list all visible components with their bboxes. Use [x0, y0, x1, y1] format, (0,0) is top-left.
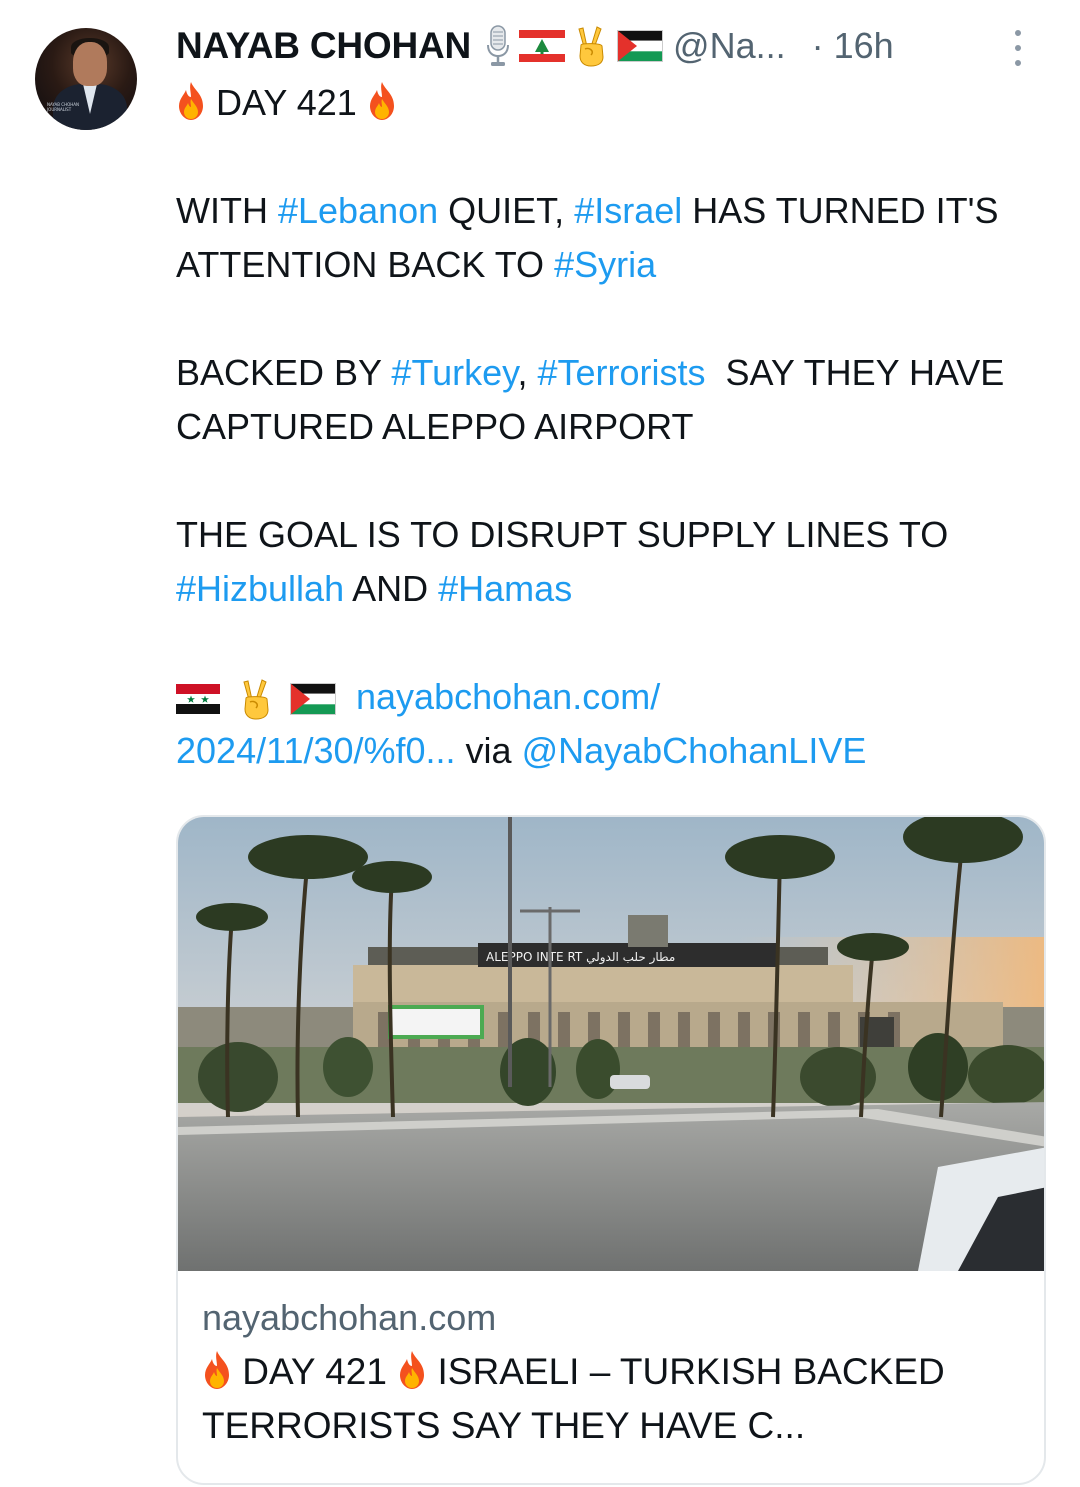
- via-label: via: [455, 730, 522, 771]
- flag-palestine-icon: [290, 683, 336, 715]
- text-run: AND: [344, 568, 439, 609]
- tweet-timestamp[interactable]: · 16h: [812, 25, 894, 67]
- link-card-domain[interactable]: nayabchohan.com: [202, 1293, 1020, 1343]
- hashtag-turkey[interactable]: #Turkey: [391, 352, 517, 393]
- day-label: DAY 421: [216, 82, 357, 123]
- airport-sign-text: ALEPPO INTE RT مطار حلب الدولي: [486, 950, 675, 965]
- author-name[interactable]: NAYAB CHOHAN: [176, 25, 471, 67]
- avatar-lower-third-title: JOURNALIST: [47, 107, 72, 112]
- name-badges: [485, 25, 663, 67]
- paragraph-1: WITH #Lebanon QUIET, #Israel HAS TURNED …: [176, 184, 1056, 292]
- hashtag-syria[interactable]: #Syria: [554, 244, 656, 285]
- flag-syria-icon: [176, 684, 220, 714]
- author-handle[interactable]: @Na...: [673, 25, 786, 67]
- link-card-title-day: DAY 421: [242, 1351, 387, 1392]
- avatar-lower-third: NAYAB CHOHAN JOURNALIST: [47, 102, 87, 114]
- more-options-icon[interactable]: [1008, 30, 1028, 66]
- hashtag-israel[interactable]: #Israel: [574, 190, 682, 231]
- link-preview-card[interactable]: ALEPPO INTE RT مطار حلب الدولي nayabchoh…: [176, 815, 1046, 1485]
- paragraph-2: BACKED BY #Turkey, #Terrorists SAY THEY …: [176, 346, 1056, 454]
- text-run: QUIET,: [438, 190, 575, 231]
- author-avatar[interactable]: NAYAB CHOHAN JOURNALIST: [35, 28, 137, 130]
- microphone-icon: [485, 25, 511, 67]
- flag-palestine-icon: [617, 30, 663, 62]
- paragraph-4: nayabchohan.com/2024/11/30/%f0... via @N…: [176, 670, 1056, 778]
- text-run: WITH: [176, 190, 278, 231]
- article-link[interactable]: nayabchohan.com/: [356, 676, 660, 717]
- hashtag-hamas[interactable]: #Hamas: [438, 568, 572, 609]
- link-card-meta: nayabchohan.com DAY 421 ISRAELI – TURKIS…: [202, 1293, 1020, 1453]
- fire-icon: [367, 81, 397, 121]
- article-link-continued[interactable]: 2024/11/30/%f0...: [176, 730, 456, 771]
- link-preview-image[interactable]: ALEPPO INTE RT مطار حلب الدولي: [178, 817, 1046, 1271]
- tweet-header: NAYAB CHOHAN @Na... · 16h: [176, 22, 1040, 70]
- fire-icon: [176, 81, 206, 121]
- hashtag-hizbullah[interactable]: #Hizbullah: [176, 568, 344, 609]
- paragraph-3: THE GOAL IS TO DISRUPT SUPPLY LINES TO #…: [176, 508, 1056, 616]
- hashtag-terrorists[interactable]: #Terrorists: [537, 352, 705, 393]
- text-run: THE GOAL IS TO DISRUPT SUPPLY LINES TO: [176, 514, 949, 555]
- flag-lebanon-icon: [519, 30, 565, 62]
- day-line: DAY 421: [176, 76, 1056, 130]
- tweet-text: DAY 421 WITH #Lebanon QUIET, #Israel HAS…: [176, 76, 1056, 778]
- fire-icon: [202, 1350, 232, 1390]
- fire-icon: [397, 1350, 427, 1390]
- victory-hand-icon: [238, 678, 274, 720]
- link-card-title[interactable]: DAY 421 ISRAELI – TURKISH BACKED TERRORI…: [202, 1345, 1020, 1453]
- victory-hand-icon: [573, 25, 609, 67]
- text-run: ,: [517, 352, 538, 393]
- avatar-face: [73, 42, 107, 86]
- text-run: BACKED BY: [176, 352, 392, 393]
- hashtag-lebanon[interactable]: #Lebanon: [278, 190, 438, 231]
- via-mention[interactable]: @NayabChohanLIVE: [522, 730, 867, 771]
